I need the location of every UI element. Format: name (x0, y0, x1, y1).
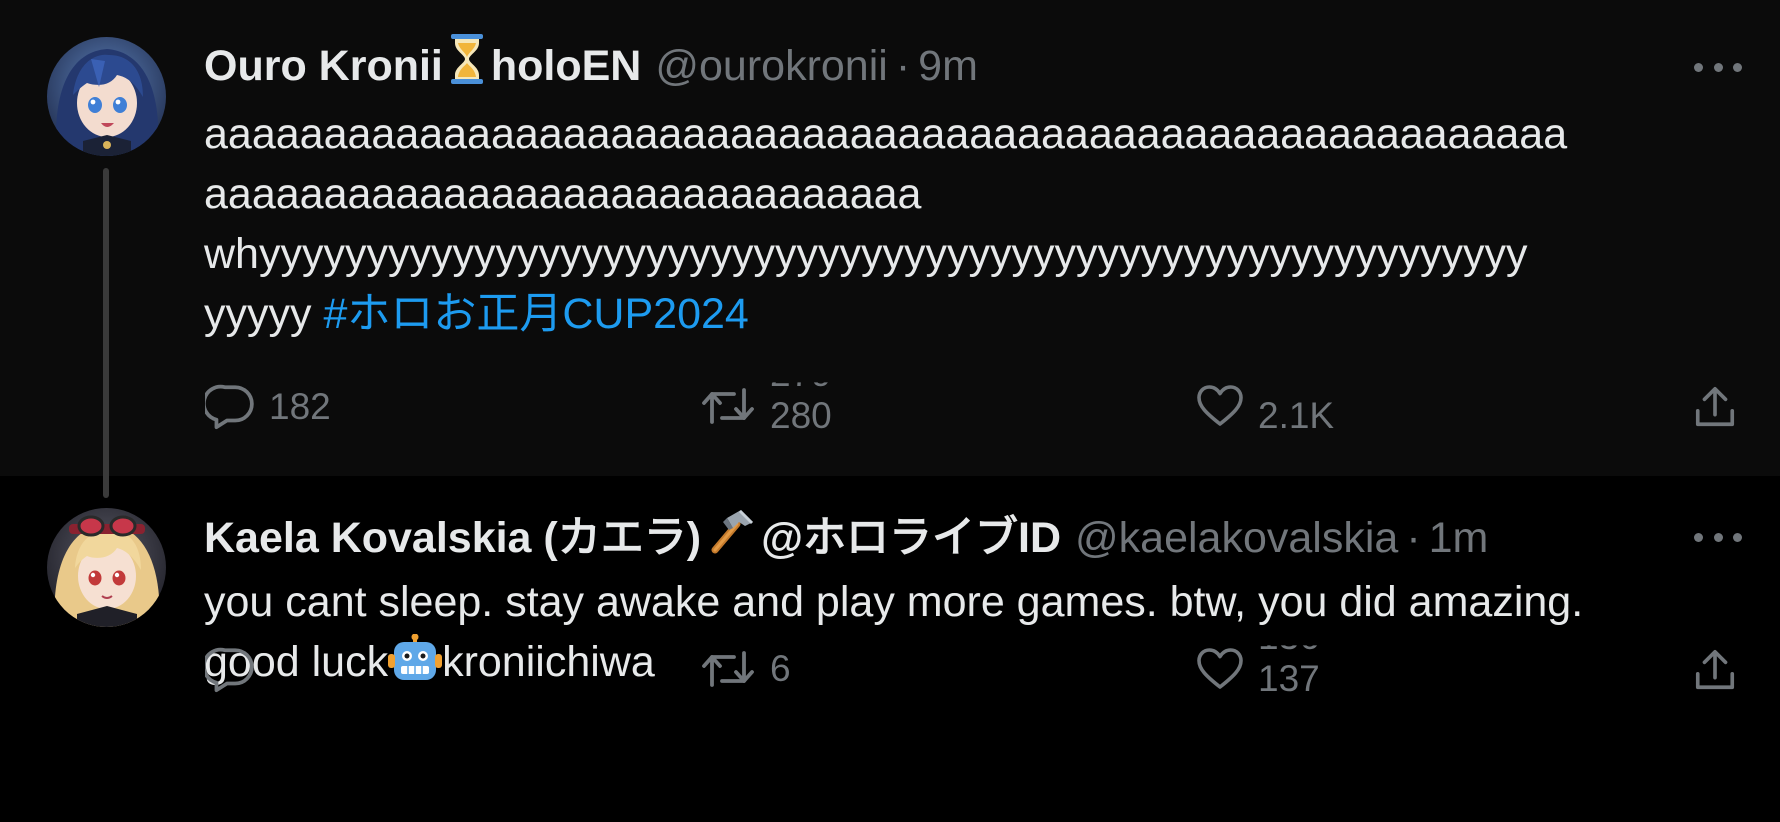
like-count: 2.1K (1258, 395, 1335, 436)
retweet-count-previous: 279 (770, 353, 832, 394)
retweet-count: 279 280 (770, 382, 832, 437)
text-line: you cant sleep. stay awake and play more… (204, 578, 1584, 626)
text-line: aaaaaaaaaaaaaaaaaaaaaaaaaaaaaaaaaaaaaaaa… (204, 110, 1568, 158)
retweet-icon (700, 647, 756, 691)
share-icon (1692, 647, 1738, 693)
text-segment: kroniichiwa (442, 638, 655, 686)
retweet-count: 6 (770, 648, 791, 689)
share-icon (1692, 384, 1738, 430)
tweet-header: Ouro Kronii holoEN @ourokronii · 9m (204, 34, 978, 94)
hourglass-icon (449, 33, 485, 99)
reply-count: 182 (269, 386, 331, 427)
retweet-icon (700, 384, 756, 428)
name-suffix[interactable]: @ホロライブID (761, 510, 1061, 566)
text-line: yyyyy (204, 290, 312, 338)
timestamp[interactable]: 1m (1429, 510, 1489, 566)
handle[interactable]: @kaelakovalskia (1075, 510, 1398, 566)
reply-icon (205, 384, 255, 430)
like-count: 136 137 (1258, 645, 1320, 700)
retweet-button[interactable]: 6 (700, 647, 791, 691)
handle[interactable]: @ourokronii (655, 38, 887, 94)
text-line: whyyyyyyyyyyyyyyyyyyyyyyyyyyyyyyyyyyyyyy… (204, 230, 1528, 278)
display-name[interactable]: Kaela Kovalskia (カエラ) (204, 510, 701, 566)
name-badge[interactable]: holoEN (491, 38, 641, 94)
reply-button[interactable]: 182 (205, 384, 331, 430)
heart-icon (1196, 647, 1244, 691)
hammer-icon (707, 508, 755, 568)
reply-icon (205, 647, 255, 693)
like-button[interactable]: 2.1K (1196, 384, 1334, 436)
tweet-text: aaaaaaaaaaaaaaaaaaaaaaaaaaaaaaaaaaaaaaaa… (204, 104, 1740, 344)
retweet-count-value: 280 (770, 395, 832, 436)
display-name[interactable]: Ouro Kronii (204, 38, 443, 94)
reply-button[interactable] (205, 647, 269, 693)
heart-icon (1196, 384, 1244, 428)
tweet-text: you cant sleep. stay awake and play more… (204, 572, 1740, 700)
robot-icon (388, 633, 443, 700)
like-count-value: 137 (1258, 658, 1320, 699)
avatar-ourokronii[interactable] (47, 37, 166, 156)
tweet-header: Kaela Kovalskia (カエラ) @ホロライブID @kaelakov… (204, 510, 1488, 566)
hashtag-link[interactable]: #ホロお正月CUP2024 (323, 290, 748, 338)
tweet-ourokronii[interactable]: Ouro Kronii holoEN @ourokronii · 9m aaaa… (0, 0, 1780, 476)
more-options-icon[interactable] (1694, 52, 1742, 82)
thread-connector-line (103, 168, 109, 498)
separator-dot: · (895, 42, 911, 90)
separator-dot: · (1406, 514, 1421, 562)
more-options-icon[interactable] (1694, 522, 1742, 552)
like-button[interactable]: 136 137 (1196, 645, 1320, 699)
timestamp[interactable]: 9m (918, 38, 978, 94)
avatar-kaelakovalskia[interactable] (47, 508, 166, 627)
text-line: aaaaaaaaaaaaaaaaaaaaaaaaaaaaaa (204, 170, 922, 218)
share-button[interactable] (1692, 647, 1738, 693)
share-button[interactable] (1692, 384, 1738, 430)
tweet-kaelakovalskia[interactable]: Kaela Kovalskia (カエラ) @ホロライブID @kaelakov… (0, 476, 1780, 822)
retweet-button[interactable]: 279 280 (700, 382, 832, 436)
